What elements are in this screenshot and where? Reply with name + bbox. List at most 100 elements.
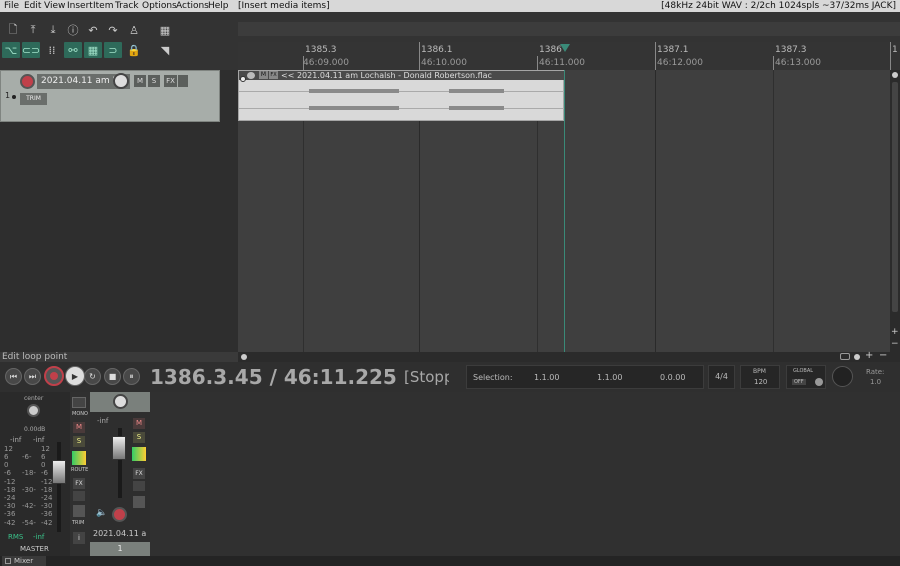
open-project-icon[interactable]: ⤒: [24, 22, 42, 38]
pause-icon[interactable]: ⏸: [123, 368, 140, 385]
redo-icon[interactable]: ↷: [104, 22, 122, 38]
bpm-box[interactable]: BPM 120: [740, 365, 780, 389]
selection-end[interactable]: 1.1.00: [597, 373, 622, 382]
zoom-in-icon[interactable]: +: [891, 327, 899, 337]
master-pan-knob[interactable]: [27, 404, 40, 417]
undo-icon[interactable]: ↶: [84, 22, 102, 38]
master-io-icon[interactable]: [72, 397, 86, 408]
menu-track[interactable]: Track: [115, 0, 139, 12]
track-header[interactable]: 1 2021.04.11 am L M S FX TRIM: [0, 70, 220, 122]
time-signature[interactable]: 4/4: [708, 365, 735, 389]
scroll-left-icon[interactable]: [241, 354, 247, 360]
play-icon[interactable]: ▶: [65, 366, 85, 386]
repeat-icon[interactable]: ↻: [84, 368, 101, 385]
item-mute-icon[interactable]: M: [259, 71, 268, 79]
global-state[interactable]: OFF: [792, 379, 806, 385]
master-solo-button[interactable]: S: [73, 436, 85, 447]
track-fx-bypass-icon[interactable]: [178, 75, 188, 87]
master-info-button[interactable]: i: [73, 532, 85, 544]
chevron-down-icon[interactable]: [815, 378, 823, 386]
mixer-tab-icon[interactable]: [5, 558, 11, 564]
item-grouping-icon[interactable]: ⚯: [64, 42, 82, 58]
track-fx-button[interactable]: FX: [164, 75, 177, 87]
scroll-right-icon[interactable]: [854, 354, 860, 360]
track-strip-mute-button[interactable]: M: [133, 418, 145, 429]
snap-grid-icon[interactable]: ⁞⁞: [43, 42, 61, 58]
link-icon[interactable]: ⊂⊃: [22, 42, 40, 58]
lock-icon[interactable]: 🔒: [125, 42, 143, 58]
menu-file[interactable]: File: [4, 0, 19, 12]
selection-length[interactable]: 0.0.00: [660, 373, 685, 382]
track-fader[interactable]: [112, 436, 126, 460]
go-to-end-icon[interactable]: ⏭: [24, 368, 41, 385]
speaker-icon[interactable]: 🔈: [96, 508, 107, 518]
scroll-top-icon[interactable]: [892, 72, 898, 78]
mono-label[interactable]: MONO: [72, 411, 88, 417]
snap-icon[interactable]: ▦: [84, 42, 102, 58]
track-strip-env-icon[interactable]: [132, 447, 146, 461]
audio-status[interactable]: [48kHz 24bit WAV : 2/2ch 1024spls ~37/32…: [661, 0, 896, 12]
selection-box[interactable]: Selection: 1.1.00 1.1.00 0.0.00: [466, 365, 704, 389]
master-fx-button[interactable]: FX: [73, 478, 85, 489]
track-strip-envelope-icon[interactable]: [133, 496, 145, 508]
item-lock-icon[interactable]: [247, 72, 255, 79]
item-fx-icon[interactable]: FX: [269, 71, 278, 79]
new-project-icon[interactable]: 🗋: [4, 22, 22, 38]
selection-start[interactable]: 1.1.00: [534, 373, 559, 382]
item-fade-handle-icon[interactable]: [240, 76, 246, 82]
ripple-edit-icon[interactable]: ⌥: [2, 42, 20, 58]
master-env-icon[interactable]: [72, 451, 86, 465]
track-strip-fx-bypass-icon[interactable]: [133, 481, 145, 491]
menu-help[interactable]: Help: [208, 0, 229, 12]
timeline-ruler[interactable]: 1385.3 46:09.000 1386.1 46:10.000 1386 4…: [238, 12, 900, 70]
menu-options[interactable]: Options: [142, 0, 177, 12]
track-pan-knob[interactable]: [113, 394, 128, 409]
project-info-icon[interactable]: ⓘ: [64, 22, 82, 38]
track-strip-solo-button[interactable]: S: [133, 432, 145, 443]
track-record-arm-button[interactable]: [112, 507, 127, 522]
rate-value[interactable]: 1.0: [870, 378, 881, 386]
track-trim-button[interactable]: TRIM: [20, 93, 47, 105]
menu-edit[interactable]: Edit: [24, 0, 41, 12]
track-solo-button[interactable]: S: [148, 75, 160, 87]
h-zoom-out-icon[interactable]: −: [879, 350, 887, 361]
save-project-icon[interactable]: ⤓: [44, 22, 62, 38]
master-trim-label[interactable]: TRIM: [72, 520, 84, 526]
master-fader[interactable]: [52, 460, 66, 484]
zoom-out-icon[interactable]: −: [891, 339, 899, 349]
horizontal-scrollbar[interactable]: + −: [238, 350, 900, 362]
menu-item[interactable]: Item: [93, 0, 114, 12]
track-mute-button[interactable]: M: [134, 75, 146, 87]
zoom-fit-icon[interactable]: [840, 353, 850, 360]
menu-actions[interactable]: Actions: [176, 0, 209, 12]
position-display[interactable]: 1386.3.45 / 46:11.225: [150, 365, 397, 389]
metronome-icon[interactable]: ♙: [125, 22, 143, 38]
master-volume-readout[interactable]: 0.00dB: [24, 426, 45, 433]
master-mute-button[interactable]: M: [73, 422, 85, 433]
vertical-scroll-thumb[interactable]: [892, 82, 898, 312]
arrange-view[interactable]: M FX << 2021.04.11 am Lochalsh - Donald …: [238, 70, 891, 352]
go-to-start-icon[interactable]: ⏮: [5, 368, 22, 385]
envelope-icon[interactable]: ◥: [156, 42, 174, 58]
record-arm-button[interactable]: [20, 74, 35, 89]
global-automation-box[interactable]: GLOBAL OFF: [786, 365, 826, 389]
stop-icon[interactable]: ■: [104, 368, 121, 385]
bpm-value[interactable]: 120: [754, 378, 767, 386]
track-strip-fx-button[interactable]: FX: [133, 468, 145, 479]
master-envelope-icon[interactable]: [73, 505, 85, 517]
playhead-marker[interactable]: [560, 44, 570, 52]
track-volume-knob[interactable]: [113, 73, 129, 89]
loop-icon[interactable]: ⊃: [104, 42, 122, 58]
record-icon[interactable]: [44, 366, 64, 386]
h-zoom-in-icon[interactable]: +: [865, 350, 873, 361]
menu-insert[interactable]: Insert: [67, 0, 93, 12]
track-mixer-strip[interactable]: -inf 🔈 M S FX 2021.04.11 a 1: [90, 392, 150, 556]
vertical-scrollbar[interactable]: + −: [890, 70, 900, 352]
ruler-region-lane[interactable]: [238, 22, 900, 36]
menu-view[interactable]: View: [44, 0, 65, 12]
master-fx-bypass-icon[interactable]: [73, 491, 85, 501]
route-label[interactable]: ROUTE: [71, 467, 88, 473]
grid-icon[interactable]: ▦: [156, 22, 174, 38]
media-item[interactable]: M FX << 2021.04.11 am Lochalsh - Donald …: [238, 70, 565, 121]
rate-knob[interactable]: [832, 366, 853, 387]
